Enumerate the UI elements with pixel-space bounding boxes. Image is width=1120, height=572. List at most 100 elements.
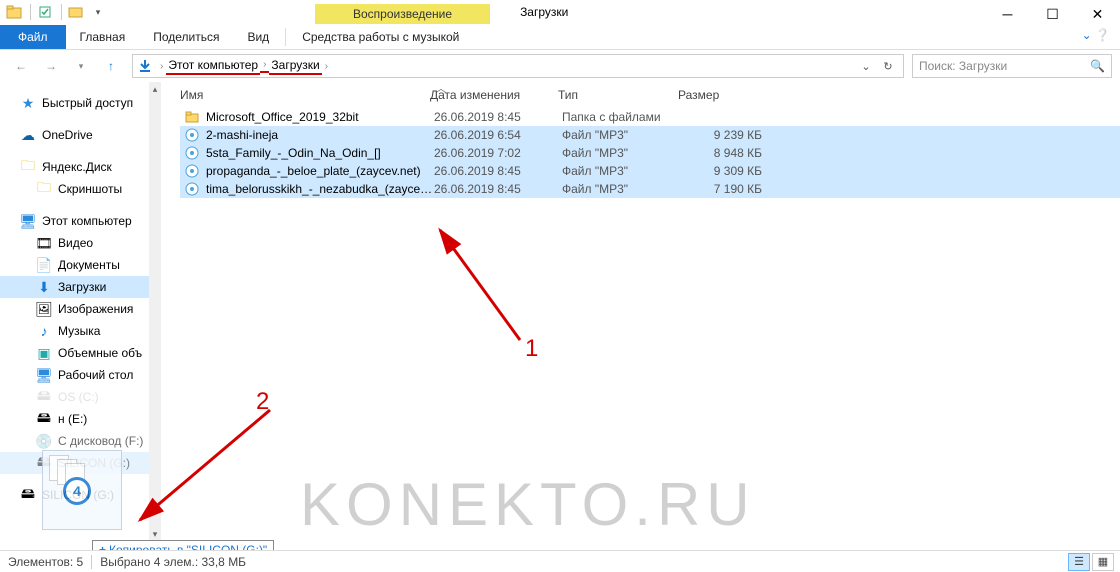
search-icon: 🔍 [1090, 59, 1105, 73]
view-icons-button[interactable]: ▦ [1092, 553, 1114, 571]
pictures-icon: 🖼 [36, 301, 52, 317]
nav-back-button[interactable]: ← [8, 54, 34, 78]
file-row[interactable]: tima_belorusskikh_-_nezabudka_(zaycev...… [180, 180, 1120, 198]
status-count: Элементов: 5 [8, 555, 83, 569]
tree-drive-e[interactable]: 🖴н (E:) [0, 408, 149, 430]
audio-file-icon [184, 127, 200, 143]
file-name: propaganda_-_beloe_plate_(zaycev.net) [206, 164, 434, 178]
ribbon-tab-share[interactable]: Поделиться [139, 26, 233, 48]
tree-os-c[interactable]: 🖴OS (C:) [0, 386, 149, 408]
file-row[interactable]: 5sta_Family_-_Odin_Na_Odin_[]26.06.2019 … [180, 144, 1120, 162]
window-title: Загрузки [520, 5, 568, 19]
drive-icon: 🖴 [36, 389, 52, 405]
search-input[interactable]: Поиск: Загрузки 🔍 [912, 54, 1112, 78]
tree-yandex-disk[interactable]: 🗀Яндекс.Диск [0, 156, 149, 178]
file-row[interactable]: 2-mashi-ineja26.06.2019 6:54Файл "MP3"9 … [180, 126, 1120, 144]
computer-icon: 🖥 [20, 213, 36, 229]
breadcrumb-thispc[interactable]: Этот компьютер [166, 58, 260, 75]
drive-icon: 🖴 [36, 411, 52, 427]
documents-icon: 📄 [36, 257, 52, 273]
annotation-label-1: 1 [525, 335, 538, 363]
cloud-icon: ☁ [20, 127, 36, 143]
file-name: Microsoft_Office_2019_32bit [206, 110, 434, 124]
column-name[interactable]: Имя [180, 88, 430, 102]
chevron-right-icon[interactable]: › [260, 59, 269, 73]
tree-documents[interactable]: 📄Документы [0, 254, 149, 276]
tree-desktop[interactable]: 🖥Рабочий стол [0, 364, 149, 386]
file-size: 9 239 КБ [682, 128, 762, 142]
file-type: Файл "MP3" [562, 164, 682, 178]
ribbon-context-tab[interactable]: Воспроизведение [315, 4, 490, 24]
qat-properties-icon[interactable] [35, 2, 55, 22]
status-selected: Выбрано 4 элем.: 33,8 МБ [100, 555, 246, 569]
drive-icon: 🖴 [20, 487, 36, 503]
column-type[interactable]: Тип [558, 88, 678, 102]
tree-3dobjects[interactable]: ▣Объемные объ [0, 342, 149, 364]
folder-icon [184, 109, 200, 125]
column-date[interactable]: Дата изменения [430, 88, 558, 102]
file-name: 5sta_Family_-_Odin_Na_Odin_[] [206, 146, 434, 160]
address-history-dropdown[interactable]: ⌄ [855, 60, 877, 73]
status-bar: Элементов: 5 Выбрано 4 элем.: 33,8 МБ ☰ … [0, 550, 1120, 572]
downloads-icon: ⬇ [36, 279, 52, 295]
tree-onedrive[interactable]: ☁OneDrive [0, 124, 149, 146]
tree-screenshots[interactable]: 🗀Скриншоты [0, 178, 149, 200]
view-details-button[interactable]: ☰ [1068, 553, 1090, 571]
file-size: 9 309 КБ [682, 164, 762, 178]
folder-icon: 🗀 [36, 181, 52, 197]
qat-newfolder-icon[interactable] [66, 2, 86, 22]
file-date: 26.06.2019 8:45 [434, 182, 562, 196]
video-icon: 🎞 [36, 235, 52, 251]
qat-dropdown-icon[interactable]: ▾ [88, 2, 108, 22]
star-icon: ★ [20, 95, 36, 111]
chevron-right-icon[interactable]: › [322, 61, 331, 72]
search-placeholder: Поиск: Загрузки [919, 59, 1007, 73]
ribbon-help-icon[interactable]: ⌄ ❔ [1082, 28, 1110, 42]
annotation-label-2: 2 [256, 388, 269, 416]
breadcrumb-downloads[interactable]: Загрузки [269, 58, 321, 75]
file-type: Файл "MP3" [562, 182, 682, 196]
audio-file-icon [184, 145, 200, 161]
tree-this-pc[interactable]: 🖥Этот компьютер [0, 210, 149, 232]
tree-dvd-f[interactable]: 💿С дисковод (F:) [0, 430, 149, 452]
nav-up-button[interactable]: ↑ [98, 54, 124, 78]
address-bar[interactable]: › Этот компьютер › Загрузки › ⌄ ↻ [132, 54, 904, 78]
ribbon-tab-view[interactable]: Вид [233, 26, 283, 48]
column-headers[interactable]: Имя Дата изменения Тип Размер [180, 82, 1120, 108]
tree-downloads[interactable]: ⬇Загрузки [0, 276, 149, 298]
column-size[interactable]: Размер [678, 88, 768, 102]
tree-video[interactable]: 🎞Видео [0, 232, 149, 254]
file-date: 26.06.2019 8:45 [434, 164, 562, 178]
ribbon-file-tab[interactable]: Файл [0, 25, 66, 49]
chevron-right-icon[interactable]: › [157, 61, 166, 72]
file-size: 7 190 КБ [682, 182, 762, 196]
audio-file-icon [184, 181, 200, 197]
file-name: tima_belorusskikh_-_nezabudka_(zaycev...… [206, 182, 434, 196]
folder-icon: 🗀 [20, 159, 36, 175]
audio-file-icon [184, 163, 200, 179]
ribbon-tab-home[interactable]: Главная [66, 26, 140, 48]
file-date: 26.06.2019 7:02 [434, 146, 562, 160]
watermark-text: KONEKTO.RU [300, 470, 756, 539]
tree-quick-access[interactable]: ★Быстрый доступ [0, 92, 149, 114]
refresh-button[interactable]: ↻ [877, 60, 899, 73]
downloads-location-icon [137, 58, 153, 74]
file-row[interactable]: propaganda_-_beloe_plate_(zaycev.net)26.… [180, 162, 1120, 180]
file-date: 26.06.2019 8:45 [434, 110, 562, 124]
file-type: Файл "MP3" [562, 146, 682, 160]
tree-pictures[interactable]: 🖼Изображения [0, 298, 149, 320]
file-row[interactable]: Microsoft_Office_2019_32bit26.06.2019 8:… [180, 108, 1120, 126]
file-size: 8 948 КБ [682, 146, 762, 160]
nav-recent-dropdown[interactable]: ▾ [68, 54, 94, 78]
ribbon: Файл Главная Поделиться Вид Средства раб… [0, 24, 1120, 50]
drag-ghost: 4 [42, 450, 122, 530]
music-icon: ♪ [36, 323, 52, 339]
ribbon-tab-music-tools[interactable]: Средства работы с музыкой [288, 26, 473, 48]
tree-music[interactable]: ♪Музыка [0, 320, 149, 342]
nav-forward-button[interactable]: → [38, 54, 64, 78]
file-type: Файл "MP3" [562, 128, 682, 142]
drag-count-badge: 4 [63, 477, 91, 505]
file-date: 26.06.2019 6:54 [434, 128, 562, 142]
explorer-app-icon [4, 2, 24, 22]
cube-icon: ▣ [36, 345, 52, 361]
